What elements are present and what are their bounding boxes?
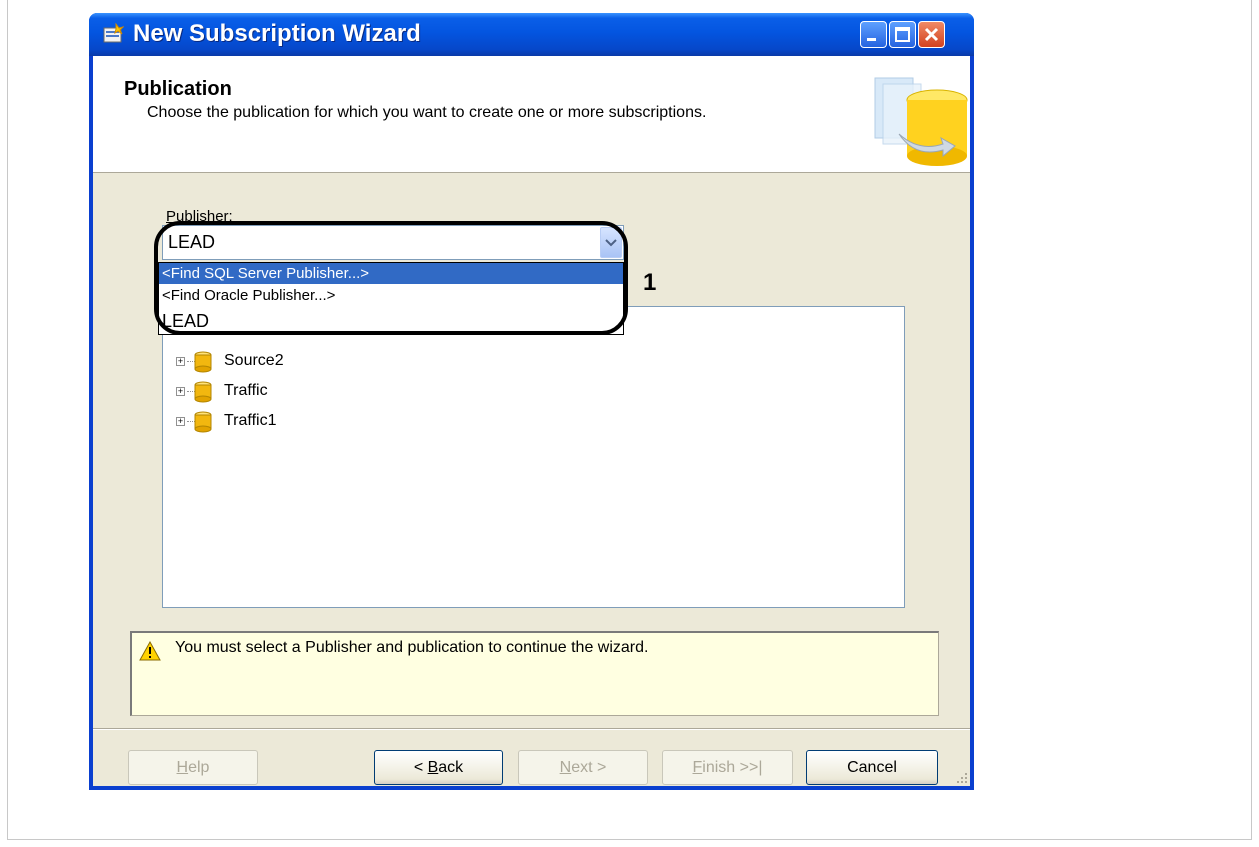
warning-icon (139, 641, 161, 661)
database-icon (194, 351, 212, 373)
page-subtitle: Choose the publication for which you wan… (147, 104, 707, 121)
finish-button[interactable]: Finish >>| (662, 750, 793, 785)
cancel-button[interactable]: Cancel (806, 750, 938, 785)
database-icon (194, 381, 212, 403)
annotation-callout-number: 1 (643, 269, 657, 296)
validation-message-text: You must select a Publisher and publicat… (175, 639, 649, 656)
database-publication-icon (874, 77, 968, 166)
tree-item-label: Traffic1 (224, 412, 277, 429)
close-button[interactable] (918, 21, 945, 48)
finish-button-accesskey: F (692, 759, 703, 776)
tree-item-label: Traffic (224, 382, 268, 399)
expand-icon[interactable]: + (176, 357, 185, 366)
next-button-accesskey: N (559, 759, 572, 776)
resize-grip-icon[interactable] (956, 772, 968, 784)
help-button[interactable]: Help (128, 750, 258, 785)
expand-icon[interactable]: + (176, 417, 185, 426)
help-button-accesskey: H (176, 759, 189, 776)
expand-icon[interactable]: + (176, 387, 185, 396)
minimize-icon (867, 38, 876, 41)
finish-button-label: inish >>| (702, 759, 763, 776)
annotation-callout-outline (154, 221, 628, 335)
back-button-prefix: < (413, 759, 428, 776)
wizard-app-icon (103, 23, 124, 43)
maximize-icon (895, 27, 910, 42)
wizard-header: Publication Choose the publication for w… (93, 56, 970, 173)
wizard-client-area: Publication Choose the publication for w… (93, 56, 970, 786)
next-button[interactable]: Next > (518, 750, 648, 785)
wizard-window: New Subscription Wizard Publication Choo… (89, 13, 974, 790)
validation-message-box: You must select a Publisher and publicat… (130, 631, 939, 716)
next-button-label: ext > (571, 759, 607, 776)
close-icon (924, 27, 939, 42)
database-icon (194, 411, 212, 433)
minimize-button[interactable] (860, 21, 887, 48)
back-button-label: ack (438, 759, 464, 776)
back-button-accesskey: B (427, 759, 439, 776)
help-button-label: elp (188, 759, 210, 776)
footer-separator (93, 728, 970, 730)
page-title: Publication (124, 78, 232, 100)
maximize-button[interactable] (889, 21, 916, 48)
back-button[interactable]: < Back (374, 750, 503, 785)
window-title: New Subscription Wizard (133, 20, 421, 47)
tree-item-label: Source2 (224, 352, 284, 369)
title-bar[interactable]: New Subscription Wizard (89, 13, 974, 56)
